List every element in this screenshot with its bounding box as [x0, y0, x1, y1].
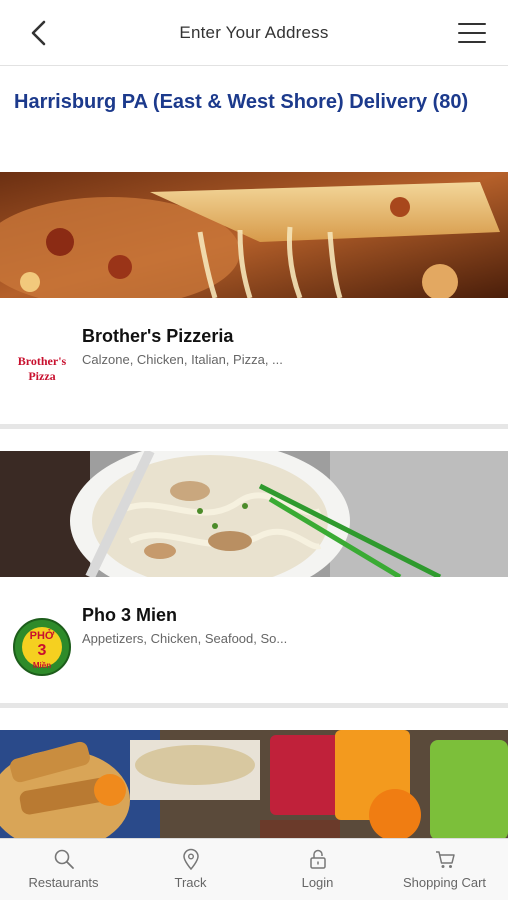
top-bar: Enter Your Address	[0, 0, 508, 66]
restaurant-name[interactable]: Pho 3 Mien	[82, 605, 177, 626]
tab-restaurants[interactable]: Restaurants	[0, 839, 127, 900]
tab-label: Restaurants	[28, 875, 99, 890]
tab-track[interactable]: Track	[127, 839, 254, 900]
lock-icon	[309, 849, 326, 869]
restaurant-image-pizza	[0, 172, 508, 298]
svg-text:Brother's: Brother's	[18, 354, 67, 368]
tab-label: Shopping Cart	[402, 875, 487, 890]
restaurant-card[interactable]: Brother's Pizza Brother's Pizzeria Calzo…	[0, 172, 508, 424]
search-icon	[54, 849, 74, 869]
svg-text:PHỞ: PHỞ	[30, 629, 55, 642]
menu-button[interactable]	[458, 20, 486, 46]
restaurant-name[interactable]: Brother's Pizzeria	[82, 326, 233, 347]
svg-text:Miền: Miền	[33, 661, 51, 670]
restaurant-categories: Appetizers, Chicken, Seafood, So...	[82, 631, 288, 646]
tab-label: Track	[174, 875, 207, 890]
card-divider	[0, 703, 508, 708]
svg-text:3: 3	[38, 642, 47, 659]
tab-label: Login	[301, 875, 334, 890]
restaurant-card[interactable]: PHỞ 3 Miền Pho 3 Mien Appetizers, Chicke…	[0, 451, 508, 703]
restaurant-logo: Brother's Pizza	[10, 336, 74, 400]
cart-icon	[435, 851, 455, 868]
card-divider	[0, 424, 508, 429]
restaurant-info: PHỞ 3 Miền Pho 3 Mien Appetizers, Chicke…	[0, 577, 508, 703]
bottom-tab-bar: Restaurants Track Login Shopping Cart	[0, 838, 508, 900]
svg-text:Pizza: Pizza	[28, 369, 55, 383]
address-title[interactable]: Enter Your Address	[0, 23, 508, 43]
tab-shopping-cart[interactable]: Shopping Cart	[381, 839, 508, 900]
location-pin-icon	[182, 848, 199, 870]
restaurant-image-pho	[0, 451, 508, 577]
restaurant-image-food	[0, 730, 508, 840]
restaurant-logo: PHỞ 3 Miền	[10, 615, 74, 679]
restaurant-card[interactable]	[0, 730, 508, 840]
page-title: Harrisburg PA (East & West Shore) Delive…	[14, 91, 469, 113]
restaurant-info: Brother's Pizza Brother's Pizzeria Calzo…	[0, 298, 508, 424]
tab-login[interactable]: Login	[254, 839, 381, 900]
hamburger-menu-icon	[458, 23, 486, 25]
restaurant-categories: Calzone, Chicken, Italian, Pizza, ...	[82, 352, 283, 367]
